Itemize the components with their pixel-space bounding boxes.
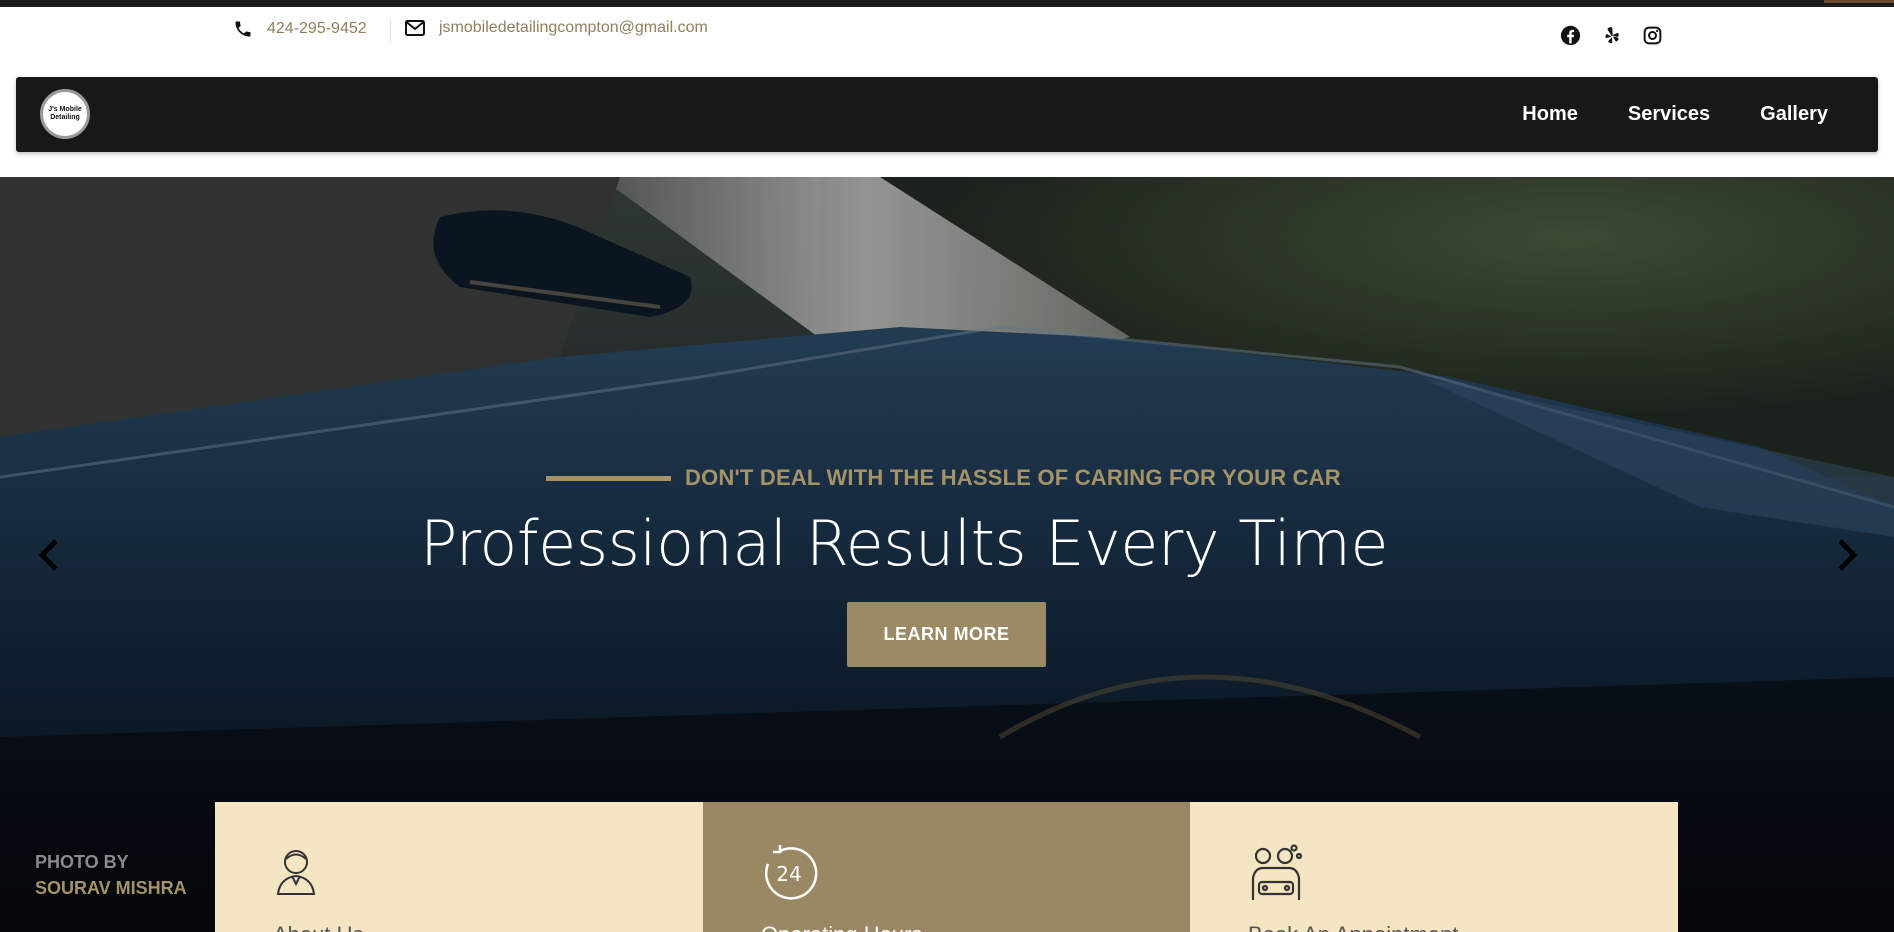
card-book-appointment[interactable]: Book An Appointment — [1190, 802, 1678, 932]
card-about-us[interactable]: About Us — [215, 802, 703, 932]
yelp-icon[interactable] — [1601, 25, 1622, 46]
chevron-right-icon[interactable] — [1832, 535, 1862, 575]
nav-menu: Home Services Gallery — [1522, 77, 1828, 152]
photo-credit: PHOTO BY SOURAV MISHRA — [35, 849, 187, 901]
nav-item-services[interactable]: Services — [1628, 103, 1710, 126]
24-hour-icon: 24 — [758, 842, 818, 900]
credit-author: SOURAV MISHRA — [35, 878, 187, 898]
main-navbar: J's Mobile Detailing Home Services Galle… — [16, 77, 1878, 152]
logo-line-2: Detailing — [50, 114, 80, 121]
card-title: Book An Appointment — [1248, 922, 1458, 932]
feature-cards: About Us 24 Operating Hours Book A — [215, 802, 1678, 932]
credit-label: PHOTO BY — [35, 852, 129, 872]
nav-item-home[interactable]: Home — [1522, 103, 1578, 126]
instagram-icon[interactable] — [1642, 25, 1663, 46]
hero-tagline: DON'T DEAL WITH THE HASSLE OF CARING FOR… — [546, 465, 1341, 491]
hero-headline: Professional Results Every Time — [420, 507, 1389, 580]
phone-number: 424-295-9452 — [267, 20, 367, 37]
contact-bar: 424-295-9452 jsmobiledetailingcompton@gm… — [0, 7, 1894, 70]
card-title: About Us — [273, 922, 364, 932]
site-logo[interactable]: J's Mobile Detailing — [40, 89, 90, 139]
card-title: Operating Hours — [761, 922, 922, 932]
tagline-accent-line — [546, 475, 671, 481]
nav-item-gallery[interactable]: Gallery — [1760, 103, 1828, 126]
person-icon — [270, 842, 328, 900]
facebook-icon[interactable] — [1560, 25, 1581, 46]
logo-line-1: J's Mobile — [48, 106, 82, 113]
email-link[interactable]: jsmobiledetailingcompton@gmail.com — [405, 19, 708, 37]
envelope-icon — [405, 20, 425, 36]
social-links — [1560, 25, 1663, 46]
tagline-text: DON'T DEAL WITH THE HASSLE OF CARING FOR… — [685, 465, 1341, 490]
svg-text:24: 24 — [776, 862, 801, 886]
phone-link[interactable]: 424-295-9452 — [233, 19, 367, 39]
top-strip — [0, 0, 1894, 7]
car-wash-icon — [1245, 842, 1303, 900]
contact-divider — [390, 19, 391, 43]
top-accent — [1824, 0, 1894, 3]
phone-icon — [233, 19, 253, 39]
email-address: jsmobiledetailingcompton@gmail.com — [439, 19, 708, 36]
card-operating-hours[interactable]: 24 Operating Hours — [703, 802, 1190, 932]
chevron-left-icon[interactable] — [34, 535, 64, 575]
learn-more-button[interactable]: LEARN MORE — [847, 602, 1046, 667]
